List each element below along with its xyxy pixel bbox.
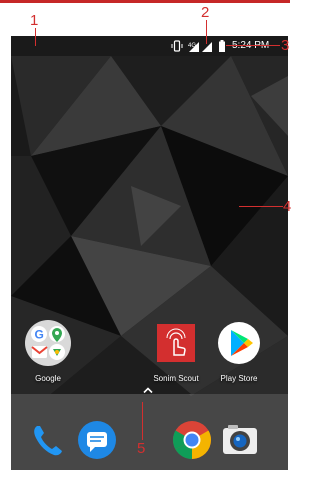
phone-screen: 4G 5:24 PM G G xyxy=(11,36,288,470)
app-drawer-arrow-icon[interactable] xyxy=(143,386,153,394)
dock xyxy=(11,394,288,470)
callout-5-line xyxy=(142,402,143,440)
no-sim-icon: 4G xyxy=(188,42,199,52)
sonim-scout-label: Sonim Scout xyxy=(153,374,199,383)
callout-4-line xyxy=(239,206,283,207)
play-store-app[interactable]: Play Store xyxy=(204,319,274,383)
signal-icon xyxy=(202,42,212,52)
callout-2: 2 xyxy=(201,4,210,21)
top-border xyxy=(0,0,290,3)
phone-icon[interactable] xyxy=(28,420,68,460)
callout-1-line xyxy=(35,28,36,46)
google-folder[interactable]: G Google xyxy=(13,319,83,383)
sonim-scout-app[interactable]: Sonim Scout xyxy=(141,319,211,383)
callout-4: 4 xyxy=(283,198,292,215)
callout-2-line xyxy=(206,20,207,44)
vibrate-icon xyxy=(171,40,183,52)
chrome-icon[interactable] xyxy=(172,420,212,460)
google-folder-icon: G xyxy=(24,319,72,367)
status-bar: 4G 5:24 PM xyxy=(11,36,288,56)
play-store-label: Play Store xyxy=(220,374,258,383)
callout-3: 3 xyxy=(281,37,290,54)
play-store-icon xyxy=(215,319,263,367)
messages-icon[interactable] xyxy=(77,420,117,460)
camera-icon[interactable] xyxy=(220,420,260,460)
callout-5: 5 xyxy=(137,440,146,457)
sonim-scout-icon xyxy=(152,319,200,367)
status-time: 5:24 PM xyxy=(232,40,269,52)
battery-icon xyxy=(219,40,225,52)
svg-text:4G: 4G xyxy=(188,43,196,49)
callout-1: 1 xyxy=(30,12,39,29)
svg-text:G: G xyxy=(35,328,44,342)
callout-3-line xyxy=(226,45,280,46)
google-folder-label: Google xyxy=(35,374,61,383)
